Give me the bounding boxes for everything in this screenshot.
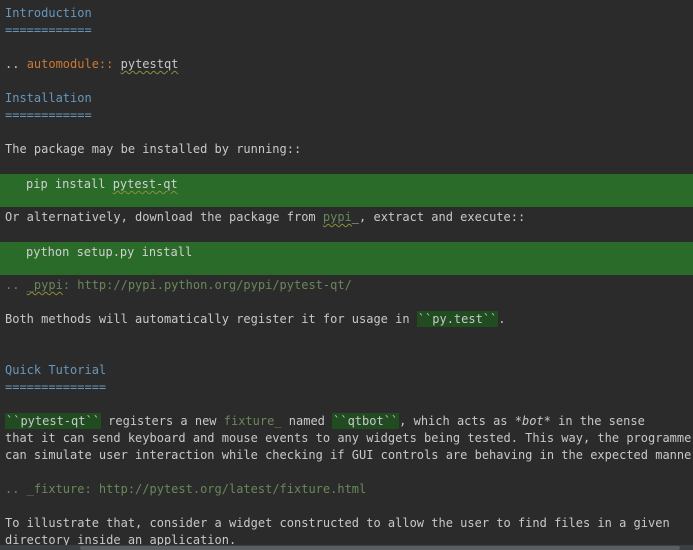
tutorial-line-1: ``pytest-qt`` registers a new fixture_ n… [5,413,645,430]
directive-prefix: .. [5,57,27,71]
install-paragraph: The package may be installed by running:… [5,142,302,156]
pypi-target-line: .. _pypi: http://pypi.python.org/pypi/py… [5,277,352,294]
installation-heading: Installation [5,91,92,105]
directive-name: automodule:: [26,57,114,71]
tutorial-underline: ============== [5,380,107,394]
code-pip-package: pytest-qt [112,177,178,191]
intro-heading: Introduction [5,6,92,20]
alt-text-before: Or alternatively, download the package f… [5,210,323,224]
pypi-target-name: _pypi [26,278,63,292]
directive-argument: pytestqt [120,57,179,71]
automodule-directive-line: .. automodule:: pytestqt [5,56,178,73]
code-line-pip: pip install pytest-qt [26,176,178,193]
alt-text-after: _, extract and execute:: [351,210,526,224]
pypi-reference[interactable]: pypi [323,210,352,224]
code-line-setup: python setup.py install [26,245,193,259]
tutorial-text: , which acts as [399,414,515,428]
target-prefix: .. [5,482,27,496]
pytest-qt-literal: ``pytest-qt`` [5,413,101,429]
alternative-paragraph: Or alternatively, download the package f… [5,209,525,226]
register-text: Both methods will automatically register… [5,312,417,326]
tutorial-heading: Quick Tutorial [5,363,107,377]
tutorial-text: in the sense [550,414,645,428]
bot-emphasis: *bot* [514,414,551,428]
tutorial-line-2: that it can send keyboard and mouse even… [5,431,693,445]
intro-underline: ============ [5,23,92,37]
horizontal-scrollbar[interactable] [0,545,693,550]
tutorial-line-3: can simulate user interaction while chec… [5,448,693,462]
illustrate-line-2: directory inside an application. [5,533,237,545]
fixture-target-name: _fixture [26,482,85,496]
tutorial-text: named [281,414,333,428]
code-block-pip: pip install pytest-qt [0,174,693,207]
rst-editor[interactable]: Introduction ============ .. automodule:… [0,0,693,545]
code-block-setup: python setup.py install [0,242,693,275]
scrollbar-thumb[interactable] [80,546,680,550]
register-text-end: . [498,312,506,326]
fixture-target-line: .. _fixture: http://pytest.org/latest/fi… [5,481,366,498]
fixture-target-url[interactable]: : http://pytest.org/latest/fixture.html [84,482,366,496]
illustrate-line-1: To illustrate that, consider a widget co… [5,516,670,530]
fixture-reference[interactable]: fixture_ [224,414,282,428]
register-paragraph: Both methods will automatically register… [5,311,506,328]
qtbot-literal: ``qtbot`` [332,413,400,429]
installation-underline: ============ [5,108,92,122]
tutorial-text: registers a new [100,414,224,428]
code-pip-command: pip install [26,177,113,191]
pypi-target-url[interactable]: : http://pypi.python.org/pypi/pytest-qt/ [63,278,352,292]
py-test-literal: ``py.test`` [416,311,499,327]
target-prefix: .. [5,278,27,292]
